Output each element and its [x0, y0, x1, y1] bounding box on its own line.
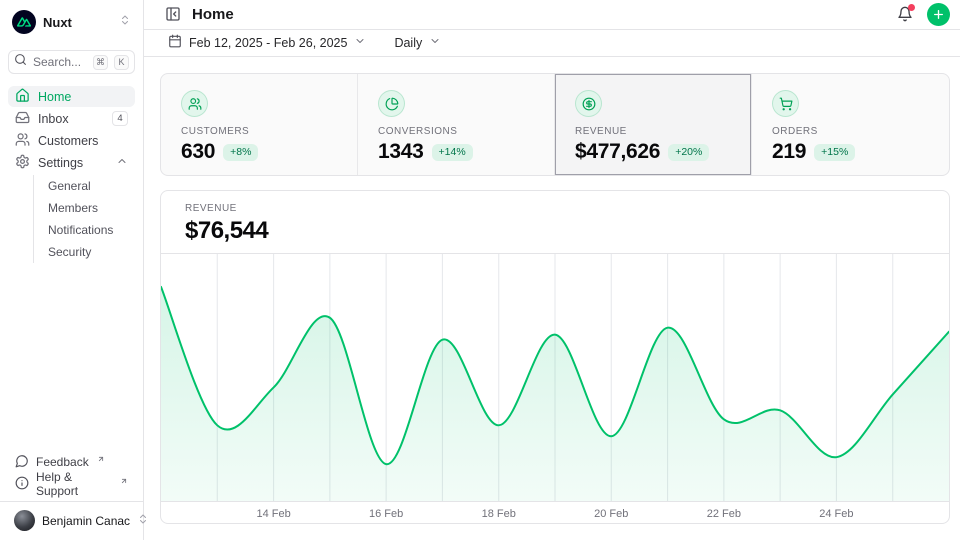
filter-bar: Feb 12, 2025 - Feb 26, 2025 Daily [144, 30, 960, 57]
x-axis-label: 14 Feb [256, 508, 290, 520]
search-placeholder: Search... [33, 55, 87, 69]
search-icon [14, 53, 27, 71]
shopping-cart-icon [772, 90, 799, 117]
stat-value: 1343 [378, 140, 424, 164]
sidebar-nav: Home Inbox 4 Customers [8, 86, 135, 263]
external-link-icon [97, 452, 105, 466]
add-button[interactable] [927, 3, 950, 26]
sidebar-item-members[interactable]: Members [44, 197, 135, 219]
stat-label: ORDERS [772, 126, 929, 137]
stat-delta-badge: +20% [668, 144, 709, 161]
stats-row: CUSTOMERS 630 +8% CONVERSIONS 1343 +14% [160, 73, 950, 176]
chart-canvas [161, 254, 949, 501]
help-support-label: Help & Support [36, 470, 112, 498]
sidebar-spacer [0, 263, 143, 451]
app-root: Nuxt Search... ⌘ K Home [0, 0, 960, 540]
inbox-count-badge: 4 [112, 111, 128, 126]
search-input[interactable]: Search... ⌘ K [8, 50, 135, 74]
stat-label: CUSTOMERS [181, 126, 337, 137]
x-axis-label: 24 Feb [819, 508, 853, 520]
stat-delta-badge: +14% [432, 144, 473, 161]
revenue-area-chart[interactable] [161, 254, 949, 502]
sidebar: Nuxt Search... ⌘ K Home [0, 0, 144, 540]
user-avatar [14, 510, 35, 531]
feedback-label: Feedback [36, 455, 89, 469]
chart-metric-label: REVENUE [185, 203, 925, 214]
panel-left-close-icon [165, 6, 181, 22]
stat-value: 630 [181, 140, 215, 164]
sidebar-item-home[interactable]: Home [8, 86, 135, 107]
chart-total-value: $76,544 [185, 217, 925, 245]
sidebar-item-security[interactable]: Security [44, 241, 135, 263]
sidebar-item-general[interactable]: General [44, 175, 135, 197]
nuxt-logo-icon [12, 10, 36, 34]
home-icon [15, 88, 30, 106]
kbd-k: K [114, 55, 129, 70]
sidebar-item-label: Inbox [38, 112, 104, 126]
kbd-cmd: ⌘ [93, 55, 108, 70]
stat-label: REVENUE [575, 126, 731, 137]
interval-value: Daily [394, 36, 422, 50]
gear-icon [15, 154, 30, 172]
external-link-icon [120, 474, 128, 488]
user-name: Benjamin Canac [42, 514, 130, 528]
panel-left-close-button[interactable] [162, 3, 184, 25]
sidebar-item-customers[interactable]: Customers [8, 130, 135, 151]
x-axis-label: 20 Feb [594, 508, 628, 520]
topbar: Home [144, 0, 960, 30]
help-support-link[interactable]: Help & Support [8, 473, 135, 495]
revenue-chart-card: REVENUE $76,544 [160, 190, 950, 524]
dashboard-content: CUSTOMERS 630 +8% CONVERSIONS 1343 +14% [144, 57, 960, 540]
stat-value: $477,626 [575, 140, 660, 164]
stat-delta-badge: +8% [223, 144, 258, 161]
sidebar-item-inbox[interactable]: Inbox 4 [8, 108, 135, 129]
x-axis-label: 18 Feb [482, 508, 516, 520]
stat-card-orders[interactable]: ORDERS 219 +15% [752, 74, 949, 175]
notification-dot [908, 4, 915, 11]
chevron-down-icon [354, 35, 366, 50]
chevrons-up-down-icon [119, 13, 131, 31]
chart-header: REVENUE $76,544 [161, 191, 949, 254]
interval-select[interactable]: Daily [394, 35, 441, 50]
date-range-picker[interactable]: Feb 12, 2025 - Feb 26, 2025 [168, 34, 366, 51]
users-icon [15, 132, 30, 150]
page-title: Home [192, 6, 893, 23]
settings-subnav: General Members Notifications Security [33, 175, 135, 263]
user-menu[interactable]: Benjamin Canac [8, 507, 135, 534]
message-circle-icon [15, 454, 29, 471]
plus-icon [932, 8, 945, 21]
main-area: Home Feb 12, 2025 - Feb 26, 2025 Daily [144, 0, 960, 540]
team-name: Nuxt [43, 15, 112, 30]
stat-card-customers[interactable]: CUSTOMERS 630 +8% [161, 74, 358, 175]
users-icon [181, 90, 208, 117]
info-circle-icon [15, 476, 29, 493]
notifications-button[interactable] [893, 2, 917, 26]
team-switcher[interactable]: Nuxt [8, 8, 135, 36]
stat-card-revenue[interactable]: REVENUE $477,626 +20% [555, 74, 752, 175]
sidebar-item-label: Home [38, 90, 128, 104]
chart-x-axis: 14 Feb 16 Feb 18 Feb 20 Feb 22 Feb 24 Feb [161, 502, 949, 524]
stat-card-conversions[interactable]: CONVERSIONS 1343 +14% [358, 74, 555, 175]
sidebar-item-label: Settings [38, 156, 108, 170]
stat-label: CONVERSIONS [378, 126, 534, 137]
chevron-up-icon [116, 155, 128, 170]
pie-chart-icon [378, 90, 405, 117]
sidebar-item-notifications[interactable]: Notifications [44, 219, 135, 241]
stat-value: 219 [772, 140, 806, 164]
dollar-sign-icon [575, 90, 602, 117]
sidebar-item-label: Customers [38, 134, 128, 148]
x-axis-label: 22 Feb [707, 508, 741, 520]
stat-delta-badge: +15% [814, 144, 855, 161]
sidebar-item-settings[interactable]: Settings [8, 152, 135, 173]
inbox-icon [15, 110, 30, 128]
date-range-value: Feb 12, 2025 - Feb 26, 2025 [189, 36, 347, 50]
calendar-icon [168, 34, 182, 51]
chevron-down-icon [429, 35, 441, 50]
x-axis-label: 16 Feb [369, 508, 403, 520]
